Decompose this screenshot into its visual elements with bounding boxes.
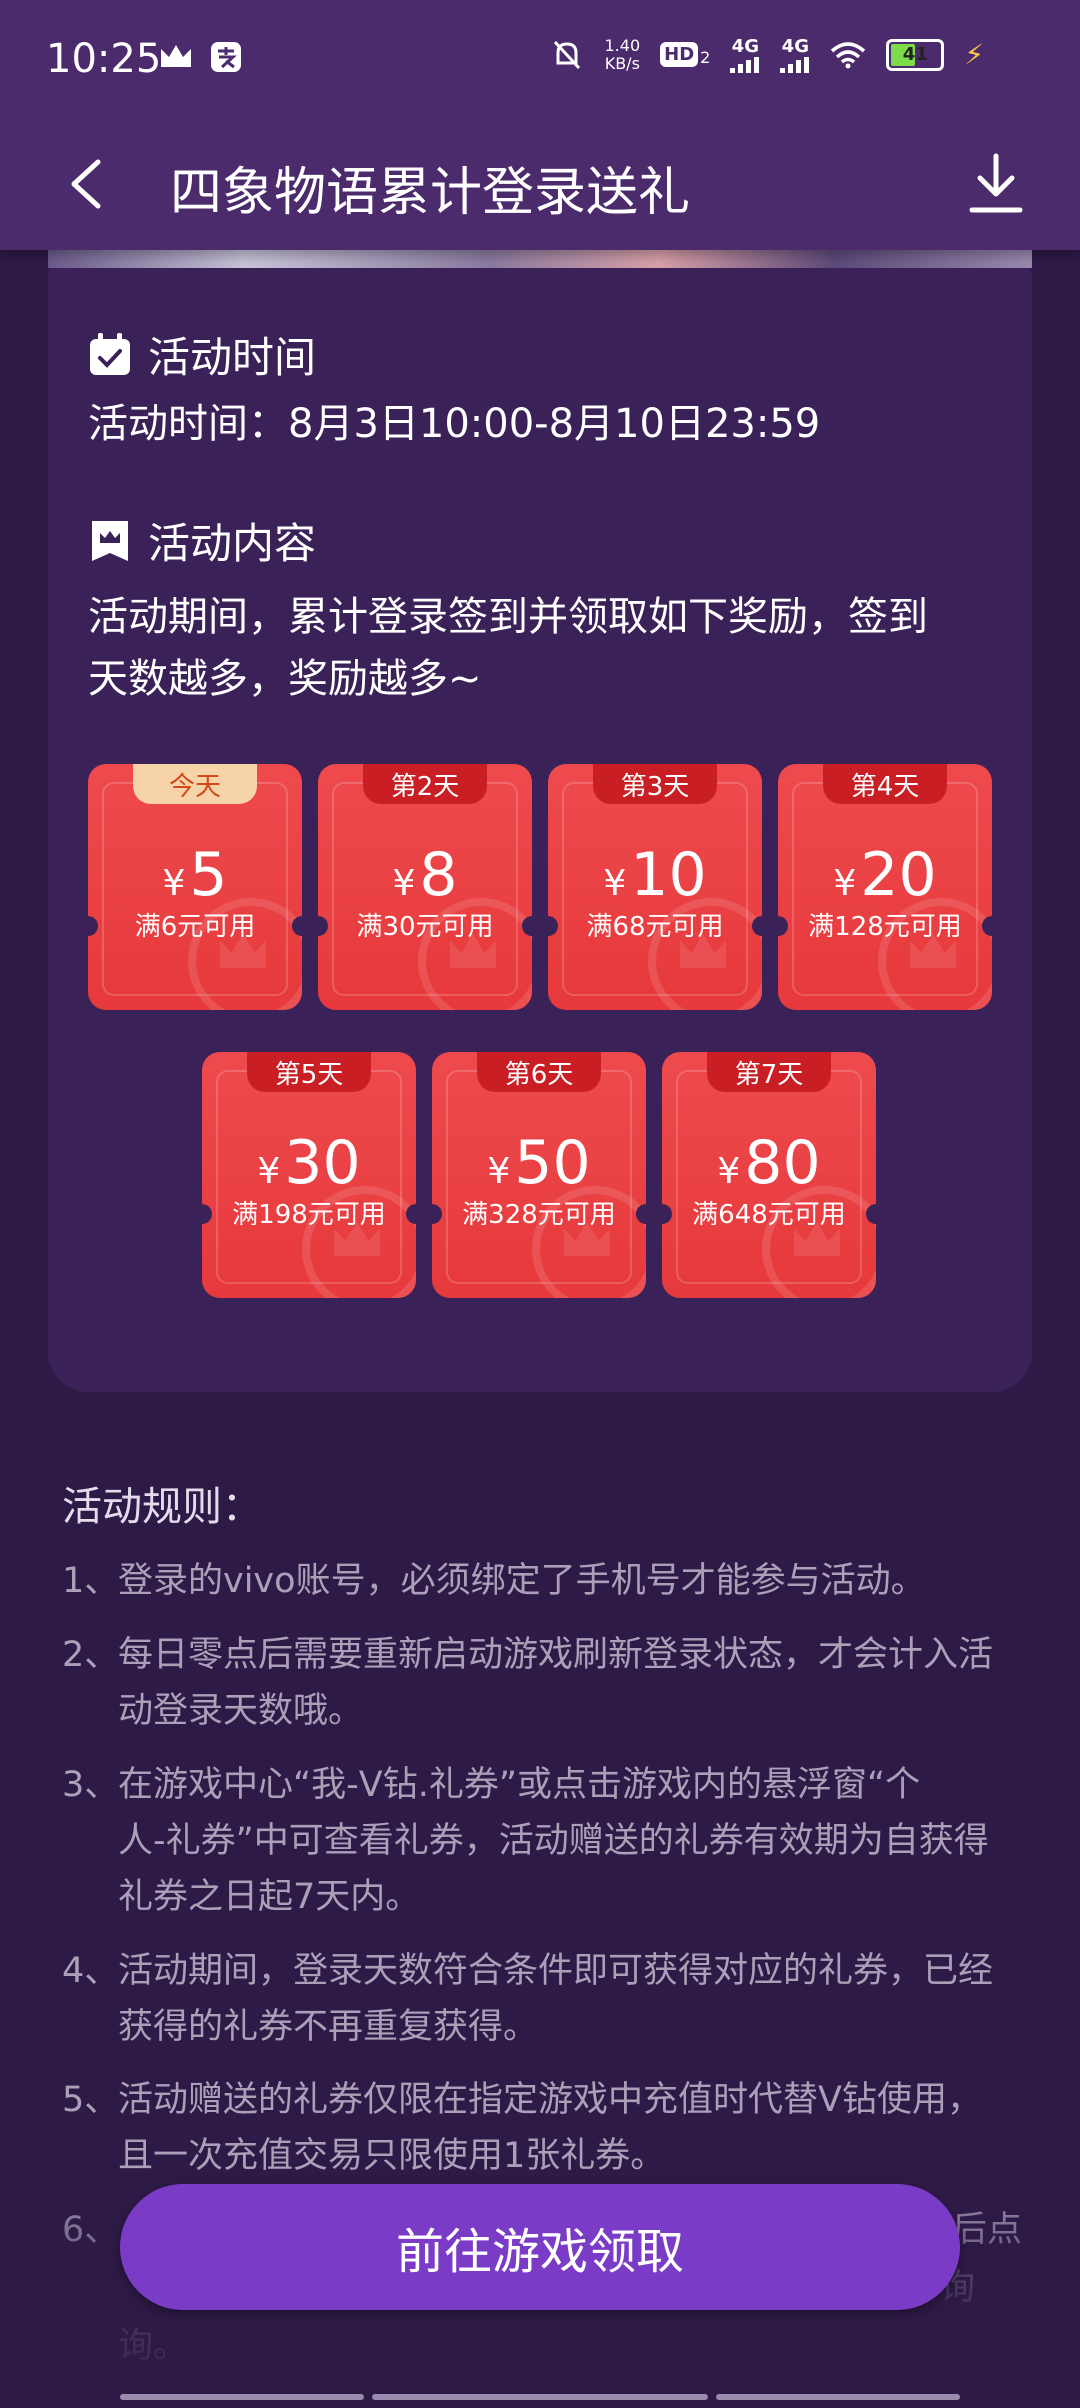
rule-4: 4、活动期间，登录天数符合条件即可获得对应的礼券，已经 获得的礼券不再重复获得。 xyxy=(62,1943,993,2055)
hd-label: HD xyxy=(660,42,699,67)
network-speed: 1.40 KB/s xyxy=(604,35,641,73)
rule-5: 5、活动赠送的礼券仅限在指定游戏中充值时代替V钻使用， 且一次充值交易只限使用1… xyxy=(62,2072,982,2184)
download-icon xyxy=(969,153,1023,213)
coupon-amount: ¥10 xyxy=(548,840,762,910)
coupon-amount-value: 5 xyxy=(189,840,228,910)
battery-level: 41 xyxy=(902,44,928,65)
rule-5-text-1: 活动赠送的礼券仅限在指定游戏中充值时代替V钻使用， xyxy=(118,2080,982,2120)
activity-time-header: 活动时间 xyxy=(88,324,316,385)
rule-5-text-2: 且一次充值交易只限使用1张礼券。 xyxy=(118,2136,666,2176)
back-arrow-icon xyxy=(71,159,101,209)
rule-5-number: 5、 xyxy=(62,2080,120,2120)
hd-icon: HD 2 xyxy=(660,42,710,67)
activity-time-title: 活动时间 xyxy=(148,333,317,382)
activity-content-header: 活动内容 xyxy=(88,510,316,571)
rule-3-text-1: 在游戏中心“我-V钻.礼券”或点击游戏内的悬浮窗“个 xyxy=(118,1765,921,1805)
speed-value: 1.40 xyxy=(604,35,641,55)
coupon-day-label: 第6天 xyxy=(477,1052,601,1092)
charging-icon: ⚡ xyxy=(964,38,984,71)
rule-1-text: 登录的vivo账号，必须绑定了手机号才能参与活动。 xyxy=(118,1561,926,1601)
signal-icon-2: 4G xyxy=(780,36,810,73)
rule-3-text-2: 人-礼券”中可查看礼券，活动赠送的礼券有效期为自获得 xyxy=(118,1821,989,1861)
ticket-icon xyxy=(92,520,128,561)
rule-1-number: 1、 xyxy=(62,1561,120,1601)
coupon-day-1[interactable]: 今天 ¥5 满6元可用 xyxy=(88,764,302,1010)
currency-symbol: ¥ xyxy=(487,1151,511,1192)
status-time: 10:25 xyxy=(46,36,162,82)
currency-symbol: ¥ xyxy=(257,1151,281,1192)
rule-4-text-2: 获得的礼券不再重复获得。 xyxy=(118,2007,539,2047)
crown-icon xyxy=(158,40,194,74)
coupon-day-5[interactable]: 第5天 ¥30 满198元可用 xyxy=(202,1052,416,1298)
coupon-day-2[interactable]: 第2天 ¥8 满30元可用 xyxy=(318,764,532,1010)
rule-2-number: 2、 xyxy=(62,1635,120,1675)
app-header: 四象物语累计登录送礼 xyxy=(0,118,1080,250)
coupon-amount: ¥20 xyxy=(778,840,992,910)
banner-image xyxy=(48,250,1032,268)
coupon-day-7[interactable]: 第7天 ¥80 满648元可用 xyxy=(662,1052,876,1298)
activity-content-title: 活动内容 xyxy=(148,519,317,568)
pay-icon xyxy=(208,40,244,74)
silent-bell-icon xyxy=(549,38,585,72)
status-bar: 10:25 1.40 KB/s HD 2 4G 4G 41 ⚡ xyxy=(0,0,1080,118)
currency-symbol: ¥ xyxy=(717,1151,741,1192)
coupon-amount: ¥30 xyxy=(202,1128,416,1198)
activity-content-line-2: 天数越多，奖励越多~ xyxy=(88,656,482,702)
wifi-icon xyxy=(830,38,866,72)
signal-icon: 4G xyxy=(730,36,760,73)
currency-symbol: ¥ xyxy=(392,863,416,904)
coupon-day-label: 第2天 xyxy=(363,764,487,804)
coupon-day-label: 第7天 xyxy=(707,1052,831,1092)
currency-symbol: ¥ xyxy=(833,863,857,904)
coupon-amount: ¥5 xyxy=(88,840,302,910)
activity-time-text: 活动时间：8月3日10:00-8月10日23:59 xyxy=(88,401,821,447)
coupon-day-label: 第4天 xyxy=(823,764,947,804)
coupon-day-6[interactable]: 第6天 ¥50 满328元可用 xyxy=(432,1052,646,1298)
currency-symbol: ¥ xyxy=(162,863,186,904)
calendar-icon xyxy=(90,332,130,375)
scroll-indicator-3 xyxy=(716,2394,960,2400)
rule-3-number: 3、 xyxy=(62,1765,120,1805)
rule-3: 3、在游戏中心“我-V钻.礼券”或点击游戏内的悬浮窗“个 人-礼券”中可查看礼券… xyxy=(62,1757,989,1925)
go-to-game-button[interactable]: 前往游戏领取 xyxy=(120,2184,960,2310)
rule-3-text-3: 礼券之日起7天内。 xyxy=(118,1877,421,1917)
rule-2-text-1: 每日零点后需要重新启动游戏刷新登录状态，才会计入活 xyxy=(118,1635,994,1675)
coupon-amount: ¥50 xyxy=(432,1128,646,1198)
rule-2: 2、每日零点后需要重新启动游戏刷新登录状态，才会计入活 动登录天数哦。 xyxy=(62,1627,993,1739)
coupon-amount-value: 8 xyxy=(419,840,458,910)
currency-symbol: ¥ xyxy=(603,863,627,904)
download-button[interactable] xyxy=(964,150,1028,218)
back-button[interactable] xyxy=(60,154,120,214)
coupon-day-4[interactable]: 第4天 ¥20 满128元可用 xyxy=(778,764,992,1010)
speed-unit: KB/s xyxy=(604,53,640,73)
page-title: 四象物语累计登录送礼 xyxy=(170,163,691,223)
rule-4-text-1: 活动期间，登录天数符合条件即可获得对应的礼券，已经 xyxy=(118,1951,994,1991)
activity-content-line-1: 活动期间，累计登录签到并领取如下奖励，签到 xyxy=(88,594,928,640)
coupon-day-3[interactable]: 第3天 ¥10 满68元可用 xyxy=(548,764,762,1010)
signal-label-2: 4G xyxy=(781,36,809,57)
scroll-indicator-1 xyxy=(120,2394,364,2400)
coupon-day-label: 第3天 xyxy=(593,764,717,804)
rule-2-text-2: 动登录天数哦。 xyxy=(118,1691,364,1731)
signal-label-1: 4G xyxy=(731,36,759,57)
hd-sub: 2 xyxy=(700,48,711,67)
scroll-indicator-2 xyxy=(372,2394,708,2400)
rule-4-number: 4、 xyxy=(62,1951,120,1991)
coupon-day-label: 第5天 xyxy=(247,1052,371,1092)
coupon-amount: ¥8 xyxy=(318,840,532,910)
rule-1: 1、登录的vivo账号，必须绑定了手机号才能参与活动。 xyxy=(62,1553,926,1609)
battery-icon: 41 xyxy=(886,38,945,71)
rules-title: 活动规则： xyxy=(62,1484,262,1530)
coupon-amount: ¥80 xyxy=(662,1128,876,1198)
coupon-day-label: 今天 xyxy=(133,764,257,804)
